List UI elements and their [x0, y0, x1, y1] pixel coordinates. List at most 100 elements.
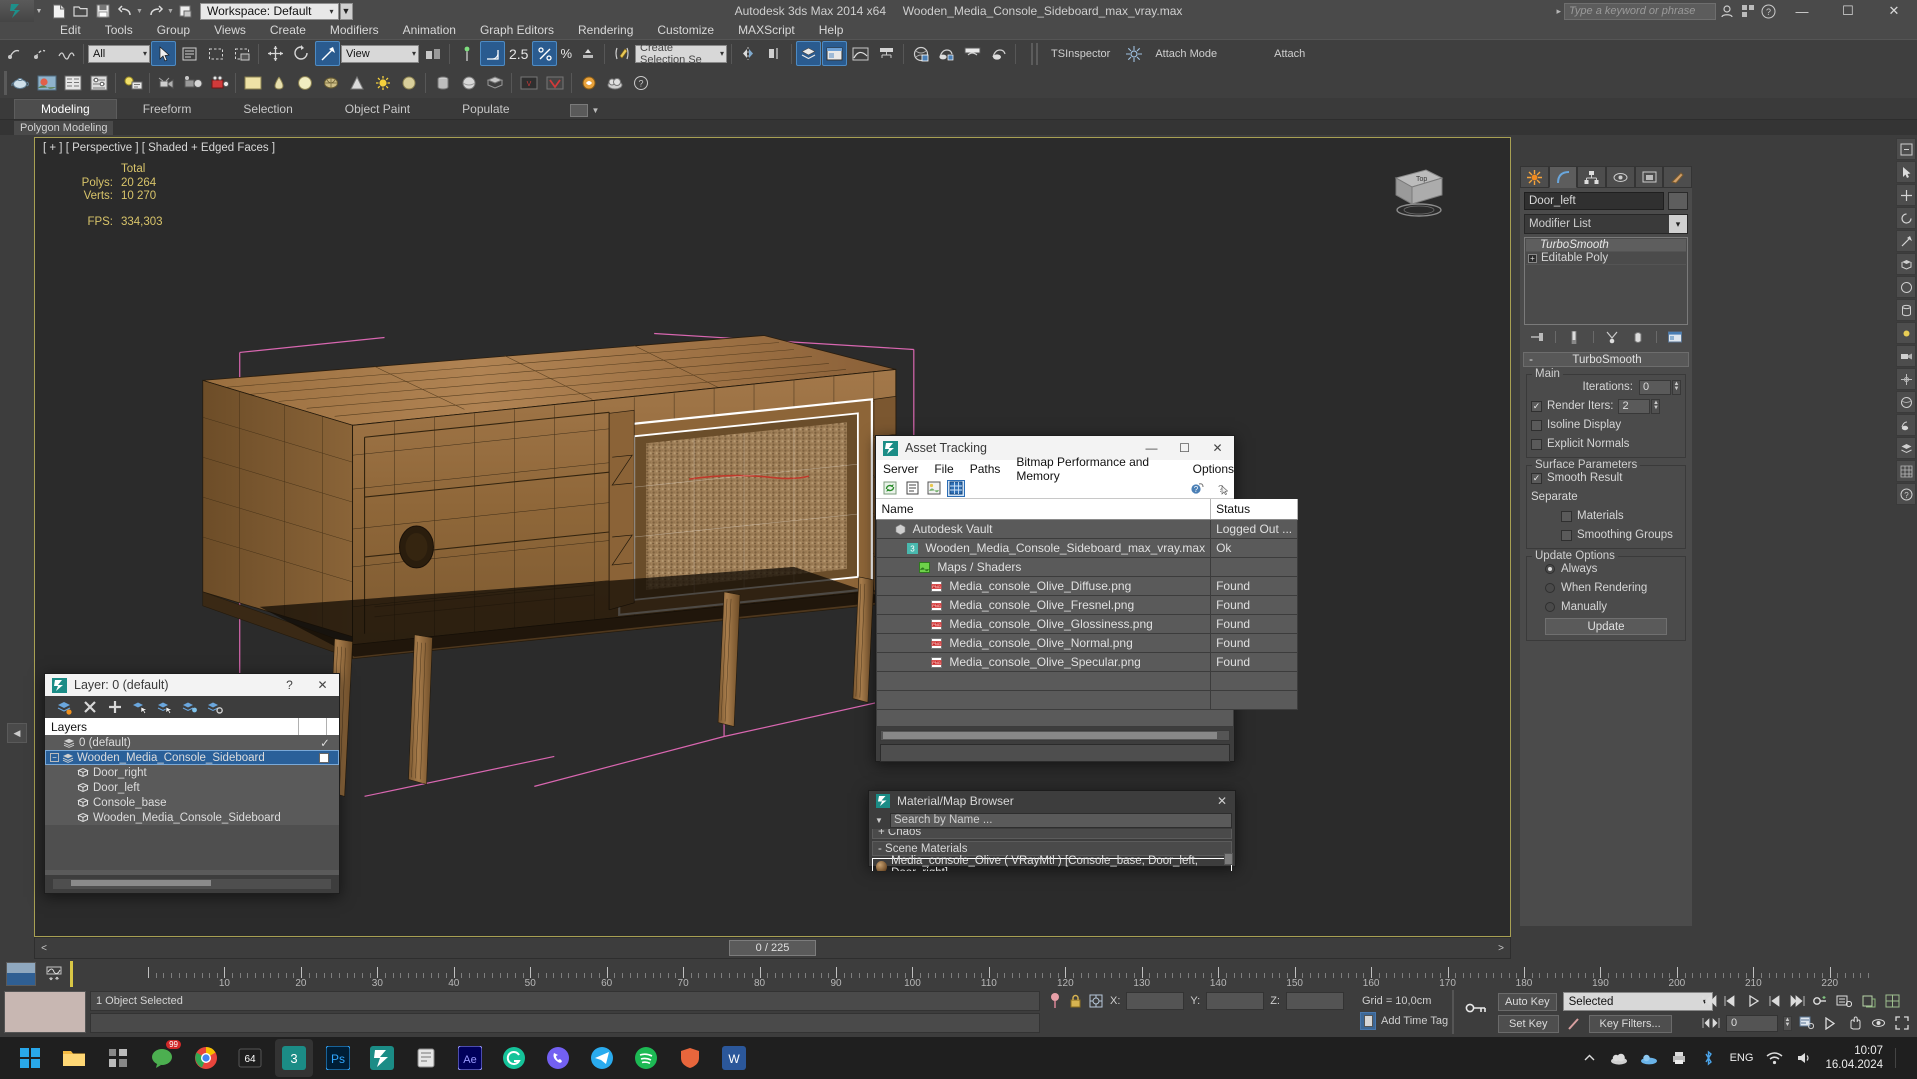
close-button[interactable]: ✕ [1871, 0, 1917, 22]
current-frame-field[interactable]: 0 [1726, 1014, 1778, 1032]
help-question-icon[interactable]: ? [1188, 480, 1206, 497]
mini-curve-editor-icon[interactable] [6, 962, 36, 986]
tab-modify[interactable] [1548, 166, 1578, 188]
delete-layer-icon[interactable] [82, 699, 98, 715]
taskbar-clock[interactable]: 10:07 16.04.2024 [1825, 1044, 1883, 1072]
camera-target-icon[interactable] [154, 70, 179, 95]
ribbon-tab-modeling[interactable]: Modeling [14, 99, 117, 119]
ribbon-display-mode-icon[interactable] [569, 104, 588, 117]
status-prompt-line-secondary[interactable] [90, 1013, 1040, 1033]
percent-snap-toggle-icon[interactable] [532, 41, 558, 66]
ribbon-chevron-down-icon[interactable]: ▼ [592, 106, 600, 115]
material-browser-search-input[interactable]: Search by Name ... [890, 812, 1232, 828]
menu-item-tools[interactable]: Tools [93, 22, 145, 39]
selection-lock-icon[interactable] [1068, 992, 1082, 1010]
vray-frame-buffer-icon[interactable]: V [516, 70, 541, 95]
create-new-layer-icon[interactable] [57, 699, 73, 715]
selection-lock-pin-icon[interactable] [1048, 992, 1062, 1010]
isoline-display-checkbox[interactable] [1531, 419, 1542, 431]
next-frame-icon[interactable] [1766, 992, 1784, 1010]
rail-render-icon[interactable] [1896, 414, 1916, 436]
render-iters-field[interactable]: 2 [1618, 398, 1651, 414]
messenger-icon[interactable]: 99 [143, 1039, 181, 1077]
window-crossing-toggle-icon[interactable] [229, 41, 254, 66]
grid-object-icon[interactable] [482, 70, 507, 95]
modifier-stack[interactable]: TurboSmooth + Editable Poly [1524, 237, 1688, 325]
open-file-button[interactable] [70, 1, 91, 21]
time-configuration-icon[interactable] [1834, 992, 1854, 1010]
view-cube[interactable]: Top [1380, 160, 1458, 222]
pan-view-icon[interactable] [1844, 1014, 1864, 1032]
render-iters-spinner[interactable]: ▲ ▼ [1651, 398, 1661, 414]
rail-grid-icon[interactable] [1896, 460, 1916, 482]
shield-security-icon[interactable] [671, 1039, 709, 1077]
attach-mode-label[interactable]: Attach Mode [1155, 48, 1217, 60]
sun-light-icon[interactable] [370, 70, 395, 95]
tab-display[interactable] [1634, 166, 1664, 188]
asset-column-name[interactable]: Name [876, 499, 1212, 520]
windows-start-icon[interactable] [11, 1039, 49, 1077]
cone-material-icon[interactable] [266, 70, 291, 95]
ribbon-subtab-polygon-modeling[interactable]: Polygon Modeling [14, 120, 114, 135]
menu-item-edit[interactable]: Edit [48, 22, 93, 39]
project-folder-button[interactable] [176, 1, 197, 21]
set-current-layer-icon[interactable] [182, 699, 198, 715]
rail-sphere-icon[interactable] [1896, 276, 1916, 298]
material-item-media-console-olive[interactable]: Media_console_Olive ( VRayMtl ) [Console… [872, 855, 1232, 871]
ribbon-tab-selection[interactable]: Selection [217, 100, 318, 119]
absolute-relative-mode-icon[interactable] [1088, 992, 1104, 1010]
named-selection-set-input[interactable]: Create Selection Se ▾ [635, 42, 728, 66]
maximize-viewport-icon[interactable] [1882, 992, 1902, 1010]
set-key-button[interactable]: Set Key [1498, 1015, 1559, 1033]
logo-dropdown-icon[interactable]: ▼ [34, 2, 44, 20]
highlight-selected-objects-icon[interactable] [157, 699, 173, 715]
sphere-material-icon[interactable] [292, 70, 317, 95]
separate-smoothing-groups-checkbox[interactable] [1561, 529, 1572, 541]
asset-tracking-table-container[interactable]: Name Status Autodesk Vault Logged Out ..… [875, 499, 1299, 727]
selection-filter-chevron-icon[interactable]: ▾ [137, 49, 147, 58]
angle-snap-toggle-icon[interactable] [480, 41, 505, 66]
tray-onedrive-icon[interactable] [1640, 1049, 1658, 1067]
workspace-dropdown-icon[interactable]: ▾ [330, 7, 334, 16]
sphere-light-icon[interactable] [396, 70, 421, 95]
file-explorer-icon[interactable] [55, 1039, 93, 1077]
explicit-normals-checkbox[interactable] [1531, 438, 1542, 450]
redo-dropdown-icon[interactable]: ▼ [167, 8, 175, 15]
render-iters-checkbox[interactable]: ✓ [1531, 400, 1542, 412]
scene-explorer-icon[interactable] [822, 41, 848, 66]
telegram-icon[interactable] [583, 1039, 621, 1077]
grammarly-icon[interactable] [495, 1039, 533, 1077]
update-button[interactable]: Update [1545, 618, 1667, 635]
modifier-list-dropdown[interactable]: Modifier List ▾ [1524, 214, 1688, 234]
stack-expand-icon[interactable]: + [1528, 253, 1537, 263]
time-tag-icon[interactable] [1360, 1012, 1376, 1030]
asset-tracking-window[interactable]: Asset Tracking — ☐ ✕ Server File Paths B… [875, 435, 1299, 762]
signin-icon[interactable] [1717, 2, 1736, 21]
reference-coordinate-select[interactable]: View ▾ [341, 44, 419, 63]
rail-material-icon[interactable] [1896, 391, 1916, 413]
layer-row-console-base[interactable]: Console_base [45, 795, 339, 810]
layer-collapse-icon[interactable]: − [50, 753, 59, 762]
tab-utilities[interactable] [1663, 166, 1693, 188]
select-and-scale-icon[interactable] [315, 41, 340, 66]
menu-item-animation[interactable]: Animation [391, 22, 468, 39]
light-lister-icon[interactable] [120, 70, 145, 95]
make-unique-icon[interactable] [1605, 330, 1619, 344]
layer-row-door-right[interactable]: Door_right [45, 765, 339, 780]
photoshop-icon[interactable]: Ps [319, 1039, 357, 1077]
viewport-expand-button[interactable]: ◀ [7, 723, 27, 743]
update-when-rendering-radio[interactable] [1545, 583, 1555, 593]
material-browser-title-bar[interactable]: Material/Map Browser ✕ [869, 791, 1235, 811]
asset-menu-paths[interactable]: Paths [970, 462, 1001, 476]
app-grid-icon[interactable] [99, 1039, 137, 1077]
key-step-icon[interactable] [1700, 1014, 1722, 1032]
ref-coord-chevron-icon[interactable]: ▾ [406, 49, 416, 58]
tray-wifi-icon[interactable] [1765, 1049, 1783, 1067]
time-slider-current-frame[interactable]: 0 / 225 [728, 940, 817, 956]
update-manually-radio[interactable] [1545, 602, 1555, 612]
object-name-field[interactable]: Door_left [1524, 192, 1664, 210]
exchange-app-icon[interactable] [1738, 2, 1757, 21]
bind-to-space-warp-icon[interactable] [54, 41, 79, 66]
rail-help-icon[interactable]: ? [1896, 483, 1916, 505]
material-browser-close-button[interactable]: ✕ [1209, 791, 1235, 811]
